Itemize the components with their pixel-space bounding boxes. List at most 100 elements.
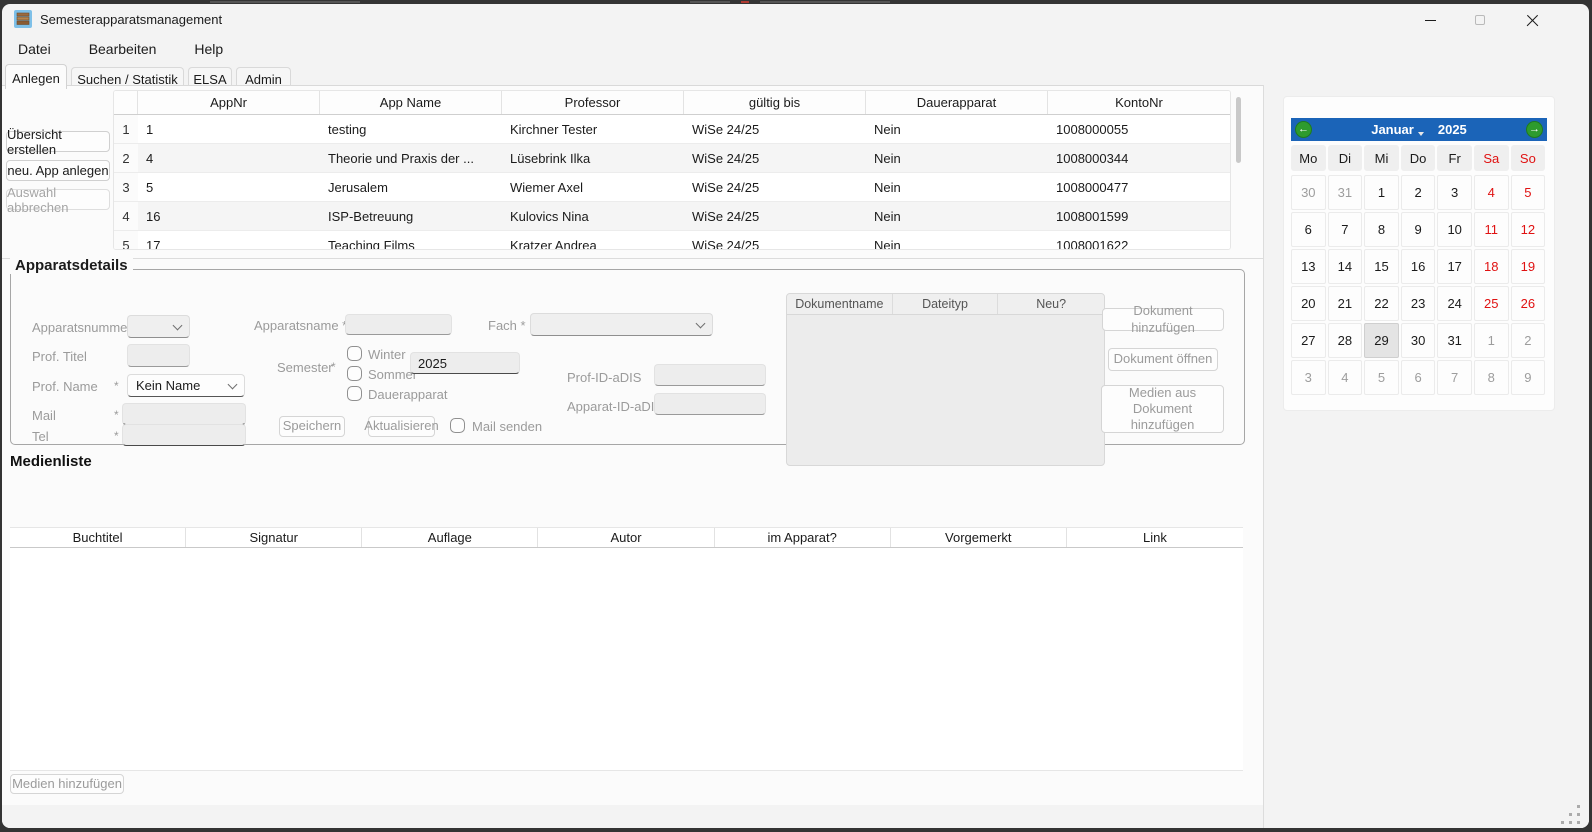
calendar-title[interactable]: Januar 2025 bbox=[1371, 122, 1467, 137]
apps-table-row[interactable]: 35JerusalemWiemer AxelWiSe 24/25Nein1008… bbox=[114, 173, 1230, 202]
medien-column-header[interactable]: Signatur bbox=[186, 528, 362, 547]
apps-table-row[interactable]: 11testingKirchner TesterWiSe 24/25Nein10… bbox=[114, 115, 1230, 144]
apps-column-header[interactable]: gültig bis bbox=[684, 91, 866, 114]
calendar-day[interactable]: 19 bbox=[1511, 249, 1546, 284]
calendar-day[interactable]: 6 bbox=[1291, 212, 1326, 247]
calendar-day[interactable]: 23 bbox=[1401, 286, 1436, 321]
calendar-day[interactable]: 4 bbox=[1474, 175, 1509, 210]
calendar-prev-button[interactable]: ← bbox=[1295, 121, 1312, 138]
calendar-day[interactable]: 27 bbox=[1291, 323, 1326, 358]
calendar-day[interactable]: 22 bbox=[1364, 286, 1399, 321]
medien-hinzufuegen-button[interactable]: Medien hinzufügen bbox=[10, 774, 124, 794]
medien-column-header[interactable]: Buchtitel bbox=[10, 528, 186, 547]
tel-input[interactable] bbox=[122, 424, 246, 446]
calendar-day[interactable]: 15 bbox=[1364, 249, 1399, 284]
dauerapparat-radio[interactable] bbox=[347, 386, 362, 401]
calendar-day[interactable]: 7 bbox=[1328, 212, 1363, 247]
menu-bearbeiten[interactable]: Bearbeiten bbox=[81, 38, 165, 60]
dokument-hinzufuegen-button[interactable]: Dokument hinzufügen bbox=[1102, 308, 1224, 331]
apps-column-header[interactable]: Dauerapparat bbox=[866, 91, 1048, 114]
close-button[interactable] bbox=[1509, 4, 1555, 36]
uebersicht-erstellen-button[interactable]: Übersicht erstellen bbox=[6, 131, 110, 152]
apps-table-scrollbar[interactable] bbox=[1236, 95, 1242, 245]
apps-column-header[interactable]: Professor bbox=[502, 91, 684, 114]
calendar-day[interactable]: 26 bbox=[1511, 286, 1546, 321]
medien-column-header[interactable]: Auflage bbox=[362, 528, 538, 547]
calendar-day[interactable]: 24 bbox=[1437, 286, 1472, 321]
calendar-day[interactable]: 30 bbox=[1291, 175, 1326, 210]
calendar-day[interactable]: 29 bbox=[1364, 323, 1399, 358]
medien-column-header[interactable]: Autor bbox=[538, 528, 714, 547]
calendar-day[interactable]: 20 bbox=[1291, 286, 1326, 321]
apparatsname-input[interactable] bbox=[345, 314, 452, 335]
calendar-day[interactable]: 9 bbox=[1401, 212, 1436, 247]
mail-input[interactable] bbox=[122, 403, 246, 425]
calendar-day[interactable]: 10 bbox=[1437, 212, 1472, 247]
apps-column-header[interactable]: KontoNr bbox=[1048, 91, 1230, 114]
apparat-id-adis-input[interactable] bbox=[654, 393, 766, 415]
auswahl-abbrechen-button[interactable]: Auswahl abbrechen bbox=[6, 189, 110, 210]
apparatsnummer-combobox[interactable] bbox=[127, 315, 190, 338]
calendar-day[interactable]: 21 bbox=[1328, 286, 1363, 321]
prof-id-adis-input[interactable] bbox=[654, 364, 766, 386]
calendar-day[interactable]: 6 bbox=[1401, 360, 1436, 395]
calendar-day[interactable]: 9 bbox=[1511, 360, 1546, 395]
jahr-input[interactable]: 2025 bbox=[410, 352, 520, 374]
calendar-day[interactable]: 12 bbox=[1511, 212, 1546, 247]
calendar-day[interactable]: 25 bbox=[1474, 286, 1509, 321]
medien-aus-dokument-button[interactable]: Medien aus Dokument hinzufügen bbox=[1101, 385, 1224, 433]
calendar-day[interactable]: 3 bbox=[1437, 175, 1472, 210]
mail-senden-radio[interactable] bbox=[450, 418, 465, 433]
resize-grip[interactable] bbox=[1561, 802, 1583, 824]
prof-name-combobox[interactable]: Kein Name bbox=[127, 374, 245, 397]
calendar-day[interactable]: 17 bbox=[1437, 249, 1472, 284]
apps-table-row[interactable]: 517Teaching FilmsKratzer AndreaWiSe 24/2… bbox=[114, 231, 1230, 250]
calendar-day[interactable]: 2 bbox=[1401, 175, 1436, 210]
calendar-day[interactable]: 30 bbox=[1401, 323, 1436, 358]
prof-titel-input[interactable] bbox=[127, 344, 190, 367]
calendar-day[interactable]: 4 bbox=[1328, 360, 1363, 395]
neu-app-anlegen-button[interactable]: neu. App anlegen bbox=[6, 160, 110, 181]
calendar-day[interactable]: 11 bbox=[1474, 212, 1509, 247]
calendar-day[interactable]: 31 bbox=[1328, 175, 1363, 210]
apps-table-cell: Lüsebrink Ilka bbox=[502, 144, 684, 172]
chevron-down-icon bbox=[696, 318, 706, 328]
tab-anlegen[interactable]: Anlegen bbox=[5, 64, 67, 89]
maximize-button[interactable] bbox=[1457, 4, 1503, 36]
calendar-day[interactable]: 28 bbox=[1328, 323, 1363, 358]
calendar-day[interactable]: 5 bbox=[1511, 175, 1546, 210]
calendar-day[interactable]: 18 bbox=[1474, 249, 1509, 284]
calendar-day[interactable]: 14 bbox=[1328, 249, 1363, 284]
calendar-day[interactable]: 8 bbox=[1364, 212, 1399, 247]
apps-table-row[interactable]: 24Theorie und Praxis der ...Lüsebrink Il… bbox=[114, 144, 1230, 173]
apps-table-cell: 4 bbox=[138, 144, 320, 172]
calendar-day[interactable]: 3 bbox=[1291, 360, 1326, 395]
scrollbar-thumb[interactable] bbox=[1236, 97, 1241, 163]
fach-combobox[interactable] bbox=[530, 313, 713, 336]
dokument-oeffnen-button[interactable]: Dokument öffnen bbox=[1108, 348, 1218, 371]
calendar-day[interactable]: 13 bbox=[1291, 249, 1326, 284]
aktualisieren-button[interactable]: Aktualisieren bbox=[368, 416, 435, 437]
calendar-day[interactable]: 1 bbox=[1474, 323, 1509, 358]
medien-column-header[interactable]: Vorgemerkt bbox=[891, 528, 1067, 547]
minimize-button[interactable] bbox=[1407, 4, 1453, 36]
winter-radio[interactable] bbox=[347, 346, 362, 361]
calendar-day[interactable]: 2 bbox=[1511, 323, 1546, 358]
tel-required: * bbox=[114, 429, 119, 443]
speichern-button[interactable]: Speichern bbox=[279, 416, 345, 437]
calendar-next-button[interactable]: → bbox=[1526, 121, 1543, 138]
calendar-day[interactable]: 5 bbox=[1364, 360, 1399, 395]
menu-help[interactable]: Help bbox=[186, 38, 231, 60]
calendar-day[interactable]: 7 bbox=[1437, 360, 1472, 395]
calendar-day[interactable]: 31 bbox=[1437, 323, 1472, 358]
medien-column-header[interactable]: Link bbox=[1067, 528, 1243, 547]
calendar-day[interactable]: 16 bbox=[1401, 249, 1436, 284]
menu-datei[interactable]: Datei bbox=[10, 38, 59, 60]
calendar-day[interactable]: 1 bbox=[1364, 175, 1399, 210]
apps-column-header[interactable]: AppNr bbox=[138, 91, 320, 114]
apps-table-row[interactable]: 416ISP-BetreuungKulovics NinaWiSe 24/25N… bbox=[114, 202, 1230, 231]
sommer-radio[interactable] bbox=[347, 366, 362, 381]
apps-column-header[interactable]: App Name bbox=[320, 91, 502, 114]
calendar-day[interactable]: 8 bbox=[1474, 360, 1509, 395]
medien-column-header[interactable]: im Apparat? bbox=[715, 528, 891, 547]
